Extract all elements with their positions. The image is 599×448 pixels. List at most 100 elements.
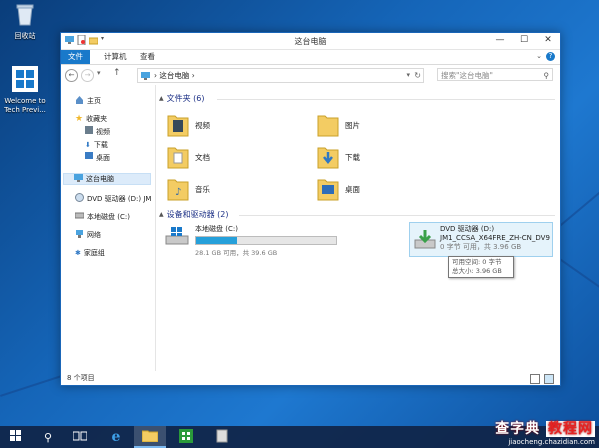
drive-name: DVD 驱动器 (D:) (440, 225, 495, 233)
folder-documents[interactable]: 文档 (167, 143, 210, 171)
folders-group-header[interactable]: ▲ 文件夹 (6) (159, 93, 205, 104)
folder-videos[interactable]: 视频 (167, 111, 210, 139)
folder-label: 视频 (195, 120, 210, 130)
recent-locations-icon[interactable]: ▾ (97, 69, 101, 77)
dvd-drive-icon (414, 228, 436, 253)
chevron-down-icon: ▲ (159, 95, 164, 102)
help-icon[interactable]: ? (546, 52, 555, 61)
folder-downloads[interactable]: 下载 (317, 143, 360, 171)
nav-label: 下载 (93, 141, 108, 149)
nav-label: 网络 (87, 231, 101, 239)
up-button[interactable]: ↑ (113, 68, 121, 78)
search-input[interactable]: 搜索"这台电脑" ⚲ (437, 68, 553, 81)
taskbar-app-button[interactable] (206, 426, 238, 448)
divider (217, 99, 555, 100)
search-icon[interactable]: ⚲ (544, 69, 550, 82)
folder-label: 图片 (345, 120, 360, 130)
nav-item-desktop[interactable]: 桌面 (85, 152, 110, 164)
desktop-icon-label: Welcome to Tech Previ... (4, 97, 46, 114)
search-icon: ⚲ (43, 430, 53, 444)
folder-label: 桌面 (345, 184, 360, 194)
start-button[interactable] (0, 426, 32, 448)
tooltip-free-space: 可用空间: 0 字节 (452, 258, 502, 266)
folder-desktop[interactable]: 桌面 (317, 175, 360, 203)
close-button[interactable]: ✕ (536, 33, 560, 48)
collapse-ribbon-icon[interactable]: ⌄ (536, 52, 542, 60)
home-icon (75, 95, 84, 108)
folder-pictures[interactable]: 图片 (317, 111, 360, 139)
nav-item-home[interactable]: 主页 (75, 95, 101, 107)
item-count: 8 个项目 (67, 374, 95, 382)
breadcrumb-separator: › (191, 71, 195, 80)
taskbar: ⚲ e 查字典 教程网 jiaocheng.chazidian.com (0, 421, 599, 448)
tab-computer[interactable]: 计算机 (97, 50, 134, 64)
nav-label: 视频 (96, 128, 110, 136)
breadcrumb[interactable]: › 这台电脑 › (154, 69, 195, 82)
drive-tooltip: 可用空间: 0 字节 总大小: 3.96 GB (448, 256, 514, 278)
drive-dvd[interactable]: DVD 驱动器 (D:) JM1_CCSA_X64FRE_ZH-CN_DV9 0… (409, 222, 553, 257)
desktop-icon-recycle-bin[interactable]: 回收站 (0, 3, 50, 41)
tab-file[interactable]: 文件 (61, 50, 90, 64)
large-icons-view-icon[interactable] (544, 374, 554, 384)
nav-label: 桌面 (96, 154, 110, 162)
taskbar-search-button[interactable]: ⚲ (32, 426, 64, 448)
windows-disk-icon (165, 226, 189, 248)
pc-icon (74, 173, 83, 186)
star-icon: ★ (75, 114, 84, 124)
divider (239, 215, 555, 216)
documents-folder-icon (167, 143, 189, 171)
disk-icon (74, 211, 85, 223)
back-button[interactable]: ← (65, 69, 78, 82)
nav-item-this-pc[interactable]: 这台电脑 (63, 173, 151, 185)
devices-group-header[interactable]: ▲ 设备和驱动器 (2) (159, 209, 229, 220)
windows-logo-icon (0, 66, 50, 95)
nav-item-homegroup[interactable]: ✱ 家庭组 (75, 247, 105, 259)
forward-button[interactable]: → (81, 69, 94, 82)
content-pane: ▲ 文件夹 (6) 视频 图片 文档 下载 ♪ 音乐 桌面 ▲ 设备和驱动器 (… (157, 85, 560, 371)
nav-item-local-disk[interactable]: 本地磁盘 (C:) (74, 211, 130, 223)
drive-name: 本地磁盘 (C:) (195, 225, 238, 233)
address-dropdown-icon[interactable]: ▾ (406, 69, 410, 82)
windows-logo-icon (10, 430, 22, 444)
nav-item-dvd[interactable]: DVD 驱动器 (D:) JM (75, 192, 151, 206)
details-view-icon[interactable] (530, 374, 540, 384)
task-view-button[interactable] (64, 426, 96, 448)
dvd-drive-icon (75, 192, 84, 206)
nav-item-videos[interactable]: 视频 (85, 126, 110, 138)
file-explorer-icon (141, 429, 159, 444)
minimize-button[interactable]: — (488, 33, 512, 48)
drive-usage-bar (195, 236, 337, 245)
desktop-icon-welcome[interactable]: Welcome to Tech Previ... (0, 66, 50, 115)
drive-usage-fill (196, 237, 237, 244)
watermark-box: 教程网 (546, 421, 595, 437)
drive-info: 本地磁盘 (C:) 28.1 GB 可用，共 39.6 GB (195, 224, 337, 257)
watermark: 查字典 教程网 jiaocheng.chazidian.com (495, 418, 595, 446)
desktop-icon-label: 回收站 (14, 32, 36, 40)
taskbar-ie-button[interactable]: e (100, 426, 132, 448)
nav-label: 这台电脑 (86, 175, 114, 183)
desktop-folder-icon (317, 175, 339, 203)
address-input[interactable]: › 这台电脑 › ▾ ↻ (137, 68, 424, 83)
download-folder-icon (317, 143, 339, 171)
task-view-icon (72, 431, 88, 443)
group-title: 文件夹 (6) (166, 94, 205, 103)
breadcrumb-label: 这台电脑 (159, 71, 190, 80)
navigation-pane: 主页 ★ 收藏夹 视频 ⬇ 下载 桌面 这台电脑 DVD 驱动器 (D:) JM (61, 85, 156, 371)
maximize-button[interactable]: ☐ (512, 33, 536, 48)
explorer-window: ▾ 这台电脑 — ☐ ✕ 文件 计算机 查看 ⌄ ? ← → ▾ ↑ › 这台电… (60, 32, 561, 386)
refresh-icon[interactable]: ↻ (414, 69, 421, 82)
status-bar: 8 个项目 (61, 371, 560, 385)
tab-view[interactable]: 查看 (133, 50, 162, 64)
network-icon (75, 229, 84, 242)
taskbar-store-button[interactable] (170, 426, 202, 448)
address-bar-row: ← → ▾ ↑ › 这台电脑 › ▾ ↻ 搜索"这台电脑" ⚲ (61, 65, 560, 85)
taskbar-explorer-button[interactable] (134, 426, 166, 448)
homegroup-icon: ✱ (75, 249, 81, 257)
nav-item-favorites[interactable]: ★ 收藏夹 (75, 113, 107, 125)
pictures-folder-icon (317, 111, 339, 139)
nav-item-downloads[interactable]: ⬇ 下载 (85, 139, 108, 151)
nav-item-network[interactable]: 网络 (75, 229, 101, 241)
watermark-url: jiaocheng.chazidian.com (508, 438, 595, 446)
folder-music[interactable]: ♪ 音乐 (167, 175, 210, 203)
video-folder-icon (85, 126, 93, 138)
